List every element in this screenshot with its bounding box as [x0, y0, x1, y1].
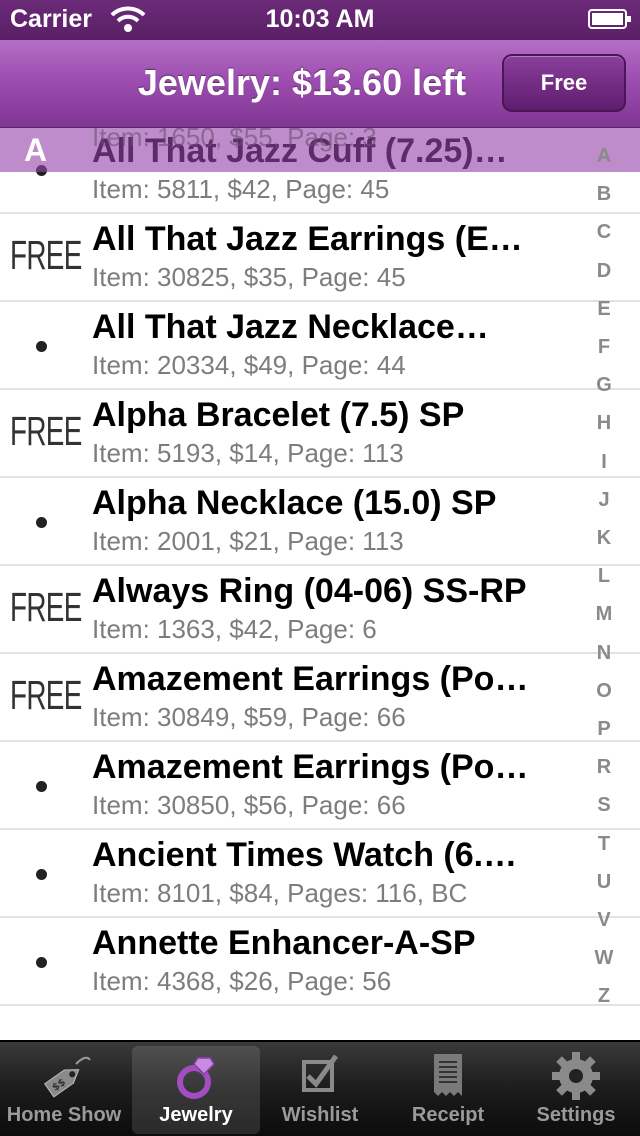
status-bar: Carrier 10:03 AM: [0, 0, 640, 40]
index-letter-m[interactable]: M: [584, 603, 624, 626]
item-detail: Item: 20334, $49, Page: 44: [92, 350, 406, 380]
index-letter-z[interactable]: Z: [584, 985, 624, 1008]
list-item[interactable]: FREE All That Jazz Earrings (E… Item: 3082…: [0, 214, 640, 302]
tab-label: Settings: [536, 1104, 616, 1126]
index-letter-e[interactable]: E: [584, 298, 624, 321]
tab-receipt[interactable]: Receipt: [384, 1042, 512, 1136]
item-title: Amazement Earrings (Po…: [92, 748, 529, 786]
item-detail: Item: 4368, $26, Page: 56: [92, 966, 392, 996]
section-index[interactable]: ABCDEFGHIJKLMNOPRSTUVWZ: [584, 145, 624, 1025]
item-title: Ancient Times Watch (6.…: [92, 836, 518, 874]
index-letter-g[interactable]: G: [584, 374, 624, 397]
item-title: Alpha Bracelet (7.5) SP: [92, 396, 465, 434]
item-detail: Item: 5193, $14, Page: 113: [92, 438, 404, 468]
jewelry-list[interactable]: All That Jazz Cuff (7.25)…Item: 5811, $4…: [0, 128, 640, 1038]
item-detail: Item: 30850, $56, Page: 66: [92, 790, 406, 820]
list-item[interactable]: Annette Enhancer-A-SP Item: 4368, $26, Pa…: [0, 918, 640, 1006]
index-letter-j[interactable]: J: [584, 489, 624, 512]
index-letter-f[interactable]: F: [584, 336, 624, 359]
item-detail: Item: 2001, $21, Page: 113: [92, 526, 404, 556]
gear-icon: [548, 1050, 604, 1102]
item-title: All That Jazz Earrings (E…: [92, 220, 523, 258]
tab-label: Wishlist: [281, 1104, 359, 1126]
tab-label: Jewelry: [159, 1104, 233, 1126]
item-detail: Item: 8101, $84, Pages: 116, BC: [92, 878, 468, 908]
tab-home-show[interactable]: $$ Home Show: [0, 1042, 128, 1136]
checkbox-icon: [292, 1050, 348, 1102]
list-item[interactable]: Alpha Necklace (15.0) SP Item: 2001, $21,…: [0, 478, 640, 566]
index-letter-k[interactable]: K: [584, 527, 624, 550]
index-letter-d[interactable]: D: [584, 260, 624, 283]
tab-jewelry[interactable]: Jewelry: [132, 1046, 260, 1134]
bullet-icon: [36, 517, 47, 528]
list-item[interactable]: Ancient Times Watch (6.… Item: 8101, $84,…: [0, 830, 640, 918]
clock: 10:03 AM: [265, 5, 375, 33]
section-header-a: Item: 1650, $55, Page: 3 A: [0, 122, 640, 172]
item-title: Always Ring (04-06) SS-RP: [92, 572, 527, 610]
index-letter-s[interactable]: S: [584, 794, 624, 817]
section-letter: A: [24, 132, 48, 168]
index-letter-v[interactable]: V: [584, 909, 624, 932]
item-title: Annette Enhancer-A-SP: [92, 924, 476, 962]
bullet-icon: [36, 957, 47, 968]
list-item[interactable]: FREE Amazement Earrings (Po… Item: 30849, …: [0, 654, 640, 742]
item-detail: Item: 30849, $59, Page: 66: [92, 702, 406, 732]
tab-label: Receipt: [411, 1104, 485, 1126]
item-title: All That Jazz Necklace…: [92, 308, 489, 346]
bullet-icon: [36, 869, 47, 880]
tab-bar: $$ Home Show Jewelry Wishlist Receipt Setting…: [0, 1040, 640, 1136]
item-title: Amazement Earrings (Po…: [92, 660, 529, 698]
list-item[interactable]: FREE Alpha Bracelet (7.5) SP Item: 5193, $…: [0, 390, 640, 478]
index-letter-o[interactable]: O: [584, 680, 624, 703]
item-detail: Item: 30825, $35, Page: 45: [92, 262, 406, 292]
index-letter-i[interactable]: I: [584, 451, 624, 474]
index-letter-w[interactable]: W: [584, 947, 624, 970]
item-detail: Item: 5811, $42, Page: 45: [92, 174, 390, 204]
bullet-icon: [36, 781, 47, 792]
index-letter-t[interactable]: T: [584, 833, 624, 856]
index-letter-c[interactable]: C: [584, 221, 624, 244]
battery-icon: [588, 9, 631, 29]
item-detail: Item: 1363, $42, Page: 6: [92, 614, 377, 644]
list-item[interactable]: FREE Always Ring (04-06) SS-RP Item: 1363,…: [0, 566, 640, 654]
index-letter-l[interactable]: L: [584, 565, 624, 588]
index-letter-h[interactable]: H: [584, 412, 624, 435]
list-item[interactable]: All That Jazz Necklace… Item: 20334, $49,…: [0, 302, 640, 390]
scrolled-row-detail: Item: 1650, $55, Page: 3: [92, 122, 377, 152]
index-letter-u[interactable]: U: [584, 871, 624, 894]
free-marker: FREE: [10, 408, 82, 454]
index-letter-b[interactable]: B: [584, 183, 624, 206]
free-button[interactable]: Free: [502, 54, 626, 112]
index-letter-r[interactable]: R: [584, 756, 624, 779]
list-item[interactable]: Amazement Earrings (Po… Item: 30850, $56,…: [0, 742, 640, 830]
free-marker: FREE: [10, 672, 82, 718]
tab-settings[interactable]: Settings: [512, 1042, 640, 1136]
bullet-icon: [36, 341, 47, 352]
free-marker: FREE: [10, 232, 82, 278]
index-letter-p[interactable]: P: [584, 718, 624, 741]
index-letter-n[interactable]: N: [584, 642, 624, 665]
item-title: Alpha Necklace (15.0) SP: [92, 484, 497, 522]
tab-wishlist[interactable]: Wishlist: [256, 1042, 384, 1136]
index-letter-a[interactable]: A: [584, 145, 624, 168]
receipt-icon: [420, 1050, 476, 1102]
ring-icon: [168, 1050, 224, 1102]
tab-label: Home Show: [6, 1104, 122, 1126]
navigation-bar: Jewelry: $13.60 left Free: [0, 40, 640, 128]
price-tag-icon: $$: [36, 1050, 92, 1102]
free-marker: FREE: [10, 584, 82, 630]
